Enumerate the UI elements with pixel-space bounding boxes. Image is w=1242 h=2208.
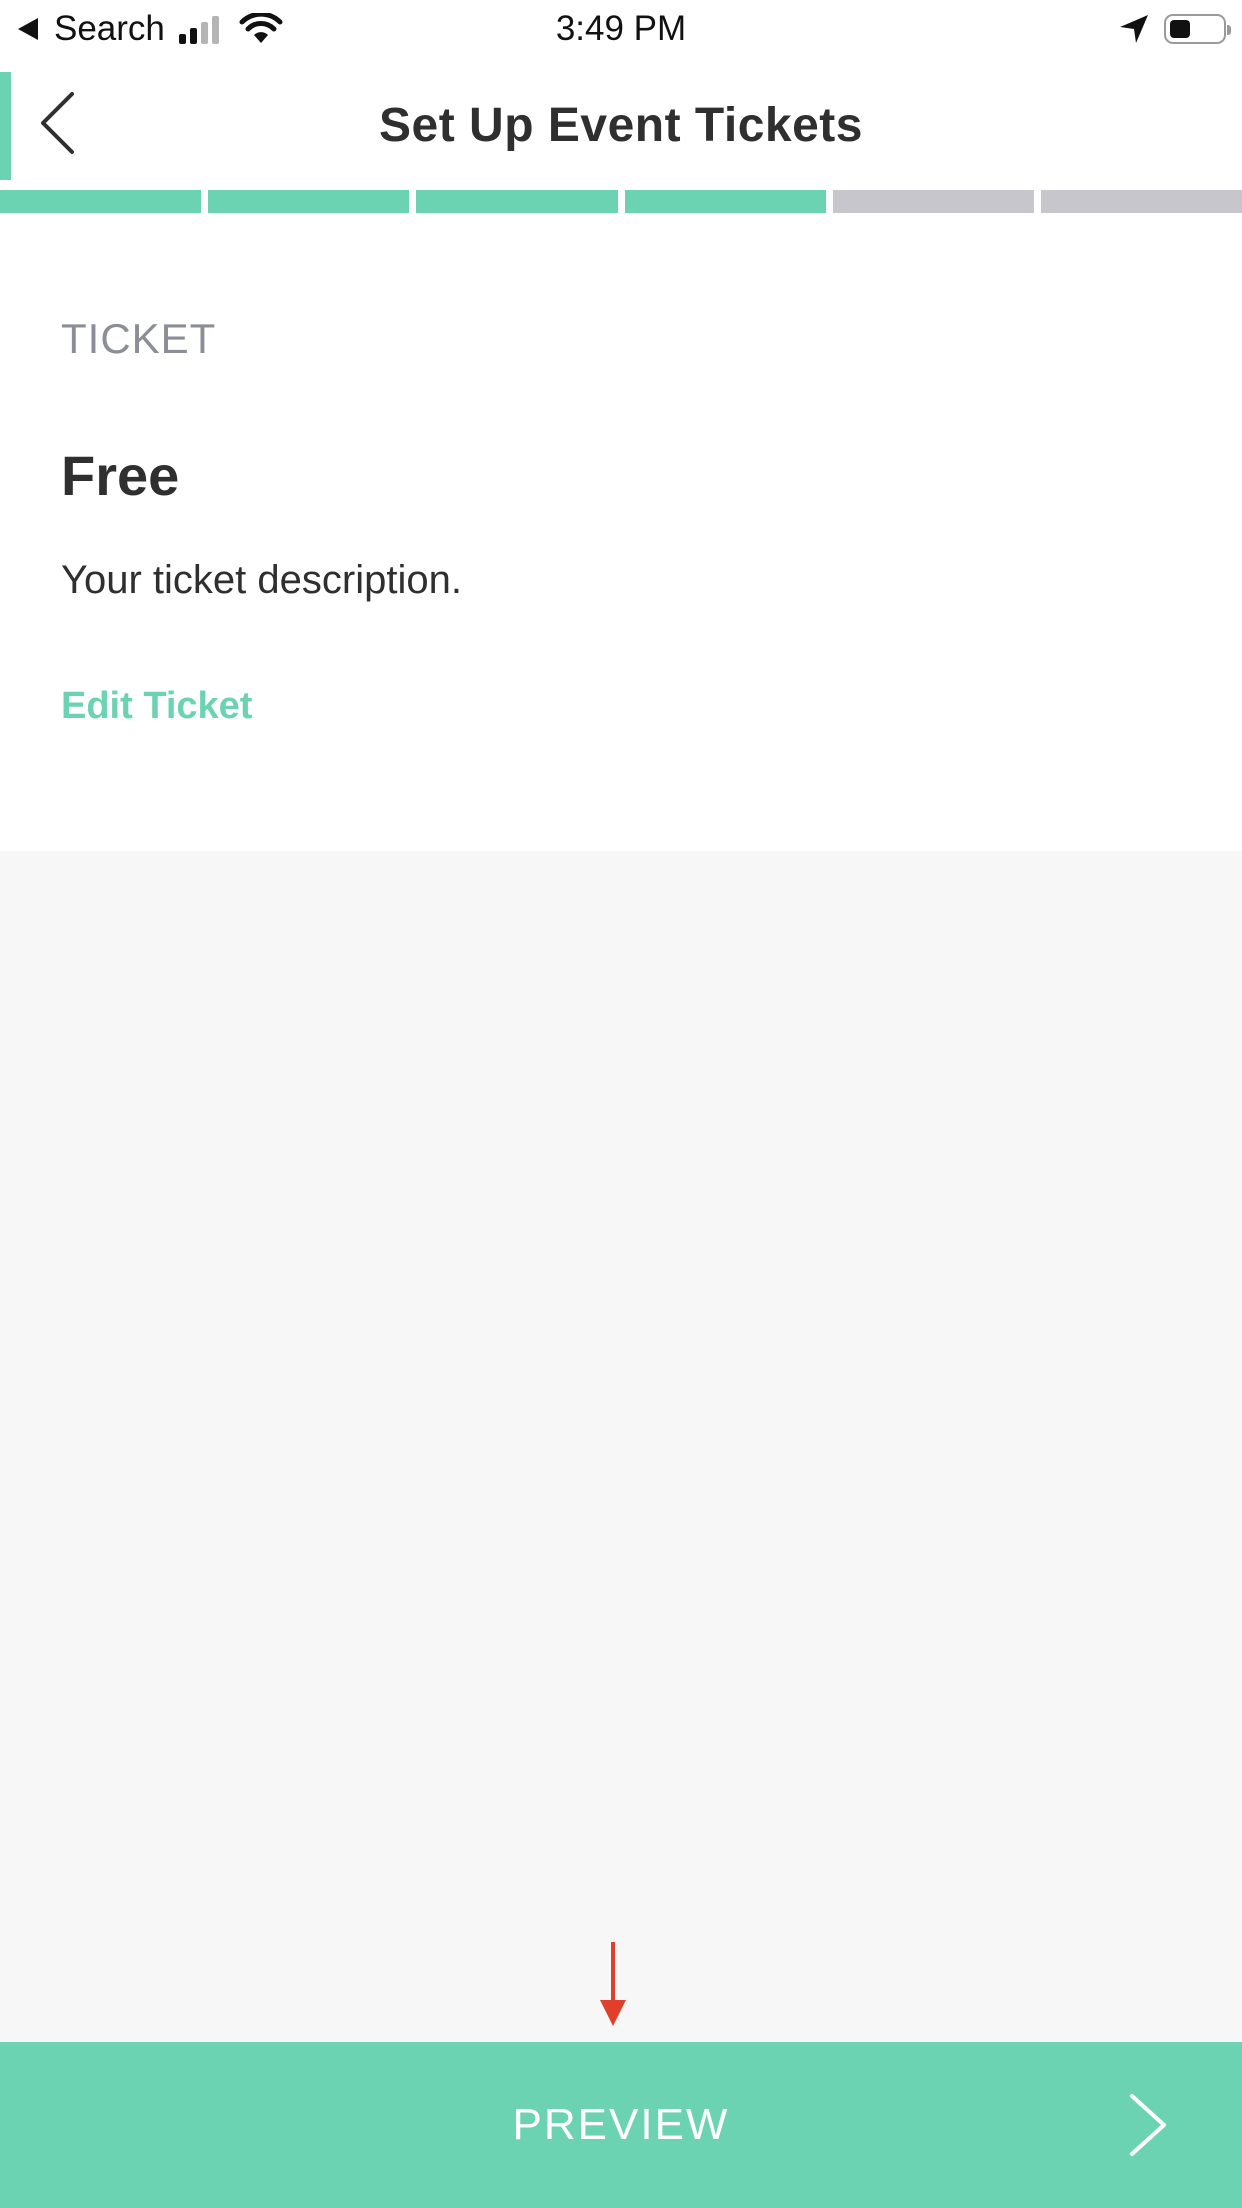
- ticket-description: Your ticket description.: [61, 558, 462, 602]
- progress-step: [1040, 190, 1242, 213]
- navigation-bar: Set Up Event Tickets: [0, 58, 1242, 190]
- battery-level: [1170, 20, 1190, 38]
- arrow-down-icon: [600, 1942, 626, 2026]
- location-arrow-icon: [1120, 15, 1148, 43]
- battery-icon: [1164, 14, 1231, 44]
- status-bar: Search 3:49 PM: [0, 0, 1242, 58]
- progress-step: [0, 190, 202, 213]
- battery-cap: [1227, 25, 1231, 35]
- ticket-section-label: TICKET: [61, 315, 217, 362]
- preview-button[interactable]: PREVIEW: [0, 2042, 1242, 2208]
- status-time: 3:49 PM: [555, 9, 687, 48]
- progress-step: [624, 190, 826, 213]
- preview-button-label[interactable]: PREVIEW: [0, 2042, 1242, 2208]
- ticket-card: TICKET Free Your ticket description. Edi…: [0, 213, 1242, 851]
- chevron-right-icon[interactable]: [1126, 2092, 1172, 2158]
- step-progress-bar: [0, 190, 1242, 213]
- ticket-name: Free: [61, 444, 180, 507]
- page-title: Set Up Event Tickets: [379, 99, 863, 152]
- progress-step: [416, 190, 618, 213]
- progress-step: [208, 190, 410, 213]
- edit-ticket-link[interactable]: Edit Ticket: [61, 685, 252, 728]
- status-right: [1118, 8, 1231, 50]
- progress-step: [832, 190, 1034, 213]
